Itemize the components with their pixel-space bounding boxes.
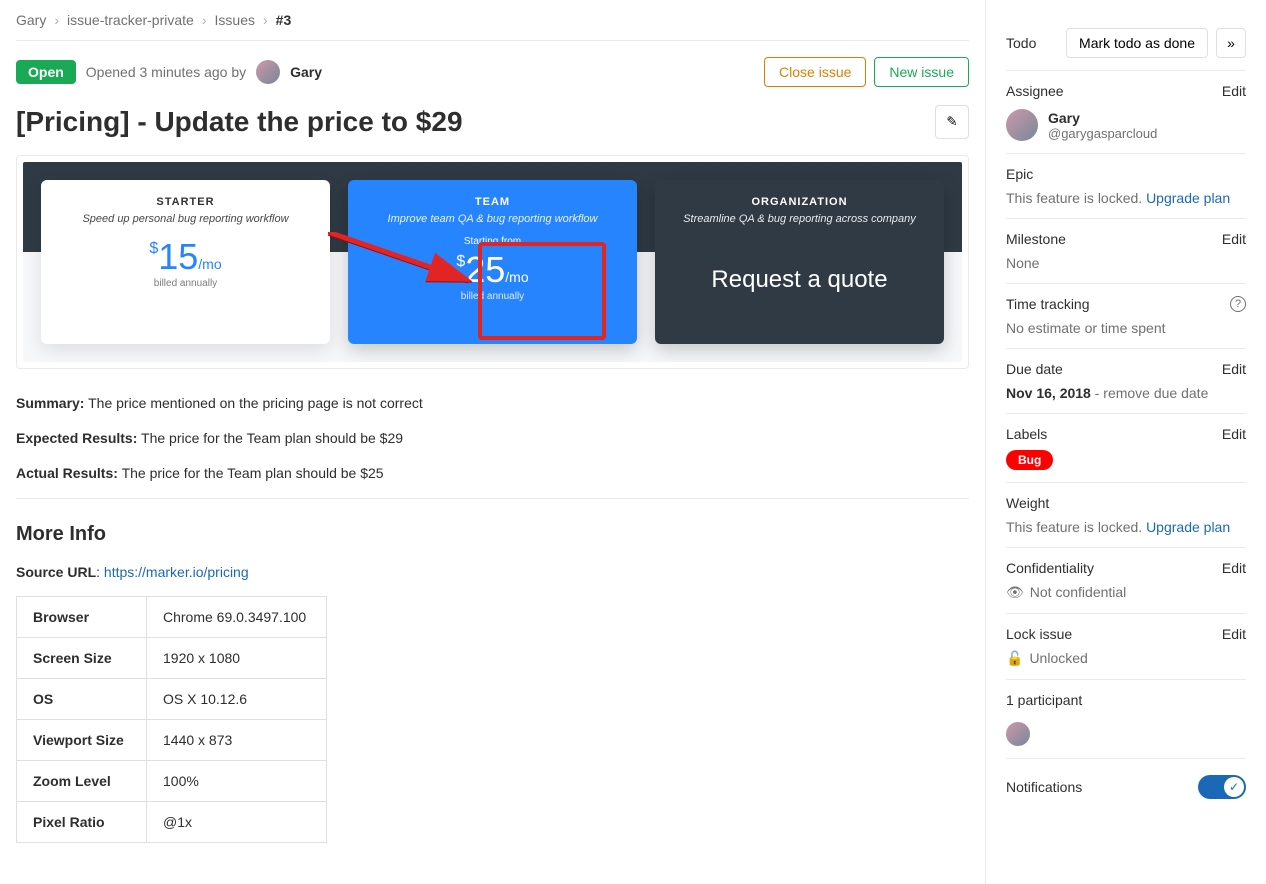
table-row: Zoom Level100%: [17, 761, 327, 802]
confidentiality-edit[interactable]: Edit: [1222, 560, 1246, 576]
breadcrumb: Gary› issue-tracker-private› Issues› #3: [16, 12, 969, 40]
avatar[interactable]: [1006, 109, 1038, 141]
table-row: Viewport Size1440 x 873: [17, 720, 327, 761]
pricing-card-starter: STARTER Speed up personal bug reporting …: [41, 180, 330, 344]
due-date-label: Due date: [1006, 361, 1063, 377]
milestone-value: None: [1006, 251, 1246, 284]
milestone-edit[interactable]: Edit: [1222, 231, 1246, 247]
confidentiality-value: Not confidential: [1030, 584, 1127, 600]
label-chip-bug[interactable]: Bug: [1006, 450, 1053, 470]
notifications-label: Notifications: [1006, 779, 1082, 795]
due-date-edit[interactable]: Edit: [1222, 361, 1246, 377]
issue-title: [Pricing] - Update the price to $29: [16, 106, 463, 138]
assignee-handle: @garygasparcloud: [1048, 126, 1157, 141]
table-row: Pixel Ratio@1x: [17, 802, 327, 843]
attachment-image[interactable]: STARTER Speed up personal bug reporting …: [16, 155, 969, 369]
due-date-value: Nov 16, 2018: [1006, 385, 1091, 401]
todo-label: Todo: [1006, 35, 1036, 51]
opened-text: Opened 3 minutes ago by: [86, 64, 246, 80]
pricing-card-team: TEAM Improve team QA & bug reporting wor…: [348, 180, 637, 344]
notifications-toggle[interactable]: ✓: [1198, 775, 1246, 799]
lock-value: Unlocked: [1029, 650, 1087, 666]
time-tracking-label: Time tracking: [1006, 296, 1090, 312]
breadcrumb-current: #3: [276, 12, 292, 28]
table-row: Screen Size1920 x 1080: [17, 638, 327, 679]
arrow-icon: [328, 232, 488, 295]
upgrade-plan-link[interactable]: Upgrade plan: [1146, 190, 1230, 206]
participants-label: 1 participant: [1006, 692, 1082, 708]
lock-issue-label: Lock issue: [1006, 626, 1072, 642]
more-info-heading: More Info: [16, 523, 969, 546]
remove-due-date-link[interactable]: - remove due date: [1095, 385, 1209, 401]
lock-issue-edit[interactable]: Edit: [1222, 626, 1246, 642]
assignee-label: Assignee: [1006, 83, 1064, 99]
pencil-icon: ✎: [946, 114, 957, 130]
breadcrumb-item[interactable]: Gary: [16, 12, 46, 28]
lock-open-icon: 🔓: [1006, 650, 1023, 666]
issue-description: Summary: The price mentioned on the pric…: [16, 393, 969, 484]
annotation-highlight: [478, 242, 606, 340]
close-issue-button[interactable]: Close issue: [764, 57, 866, 87]
avatar[interactable]: [256, 60, 280, 84]
check-icon: ✓: [1229, 780, 1239, 794]
table-row: OSOS X 10.12.6: [17, 679, 327, 720]
weight-label: Weight: [1006, 495, 1049, 511]
upgrade-plan-link[interactable]: Upgrade plan: [1146, 519, 1230, 535]
avatar[interactable]: [1006, 722, 1030, 746]
assignee-edit[interactable]: Edit: [1222, 83, 1246, 99]
milestone-label: Milestone: [1006, 231, 1066, 247]
edit-title-button[interactable]: ✎: [935, 105, 969, 139]
status-badge: Open: [16, 60, 76, 84]
collapse-sidebar-button[interactable]: »: [1216, 28, 1246, 58]
source-url-link[interactable]: https://marker.io/pricing: [104, 564, 249, 580]
chevron-right-icon: »: [1227, 35, 1235, 51]
assignee-name[interactable]: Gary: [1048, 110, 1157, 126]
time-tracking-value: No estimate or time spent: [1006, 316, 1246, 349]
table-row: BrowserChrome 69.0.3497.100: [17, 597, 327, 638]
confidentiality-label: Confidentiality: [1006, 560, 1094, 576]
info-table: BrowserChrome 69.0.3497.100Screen Size19…: [16, 596, 327, 843]
sidebar: Todo Mark todo as done » Assignee Edit G…: [986, 0, 1266, 884]
new-issue-button[interactable]: New issue: [874, 57, 969, 87]
mark-todo-done-button[interactable]: Mark todo as done: [1066, 28, 1208, 58]
epic-label: Epic: [1006, 166, 1033, 182]
breadcrumb-item[interactable]: Issues: [215, 12, 255, 28]
help-icon[interactable]: ?: [1230, 296, 1246, 312]
pricing-card-org: ORGANIZATION Streamline QA & bug reporti…: [655, 180, 944, 344]
eye-icon: 👁: [1006, 584, 1024, 600]
breadcrumb-item[interactable]: issue-tracker-private: [67, 12, 194, 28]
labels-edit[interactable]: Edit: [1222, 426, 1246, 442]
labels-label: Labels: [1006, 426, 1047, 442]
author-link[interactable]: Gary: [290, 64, 322, 80]
